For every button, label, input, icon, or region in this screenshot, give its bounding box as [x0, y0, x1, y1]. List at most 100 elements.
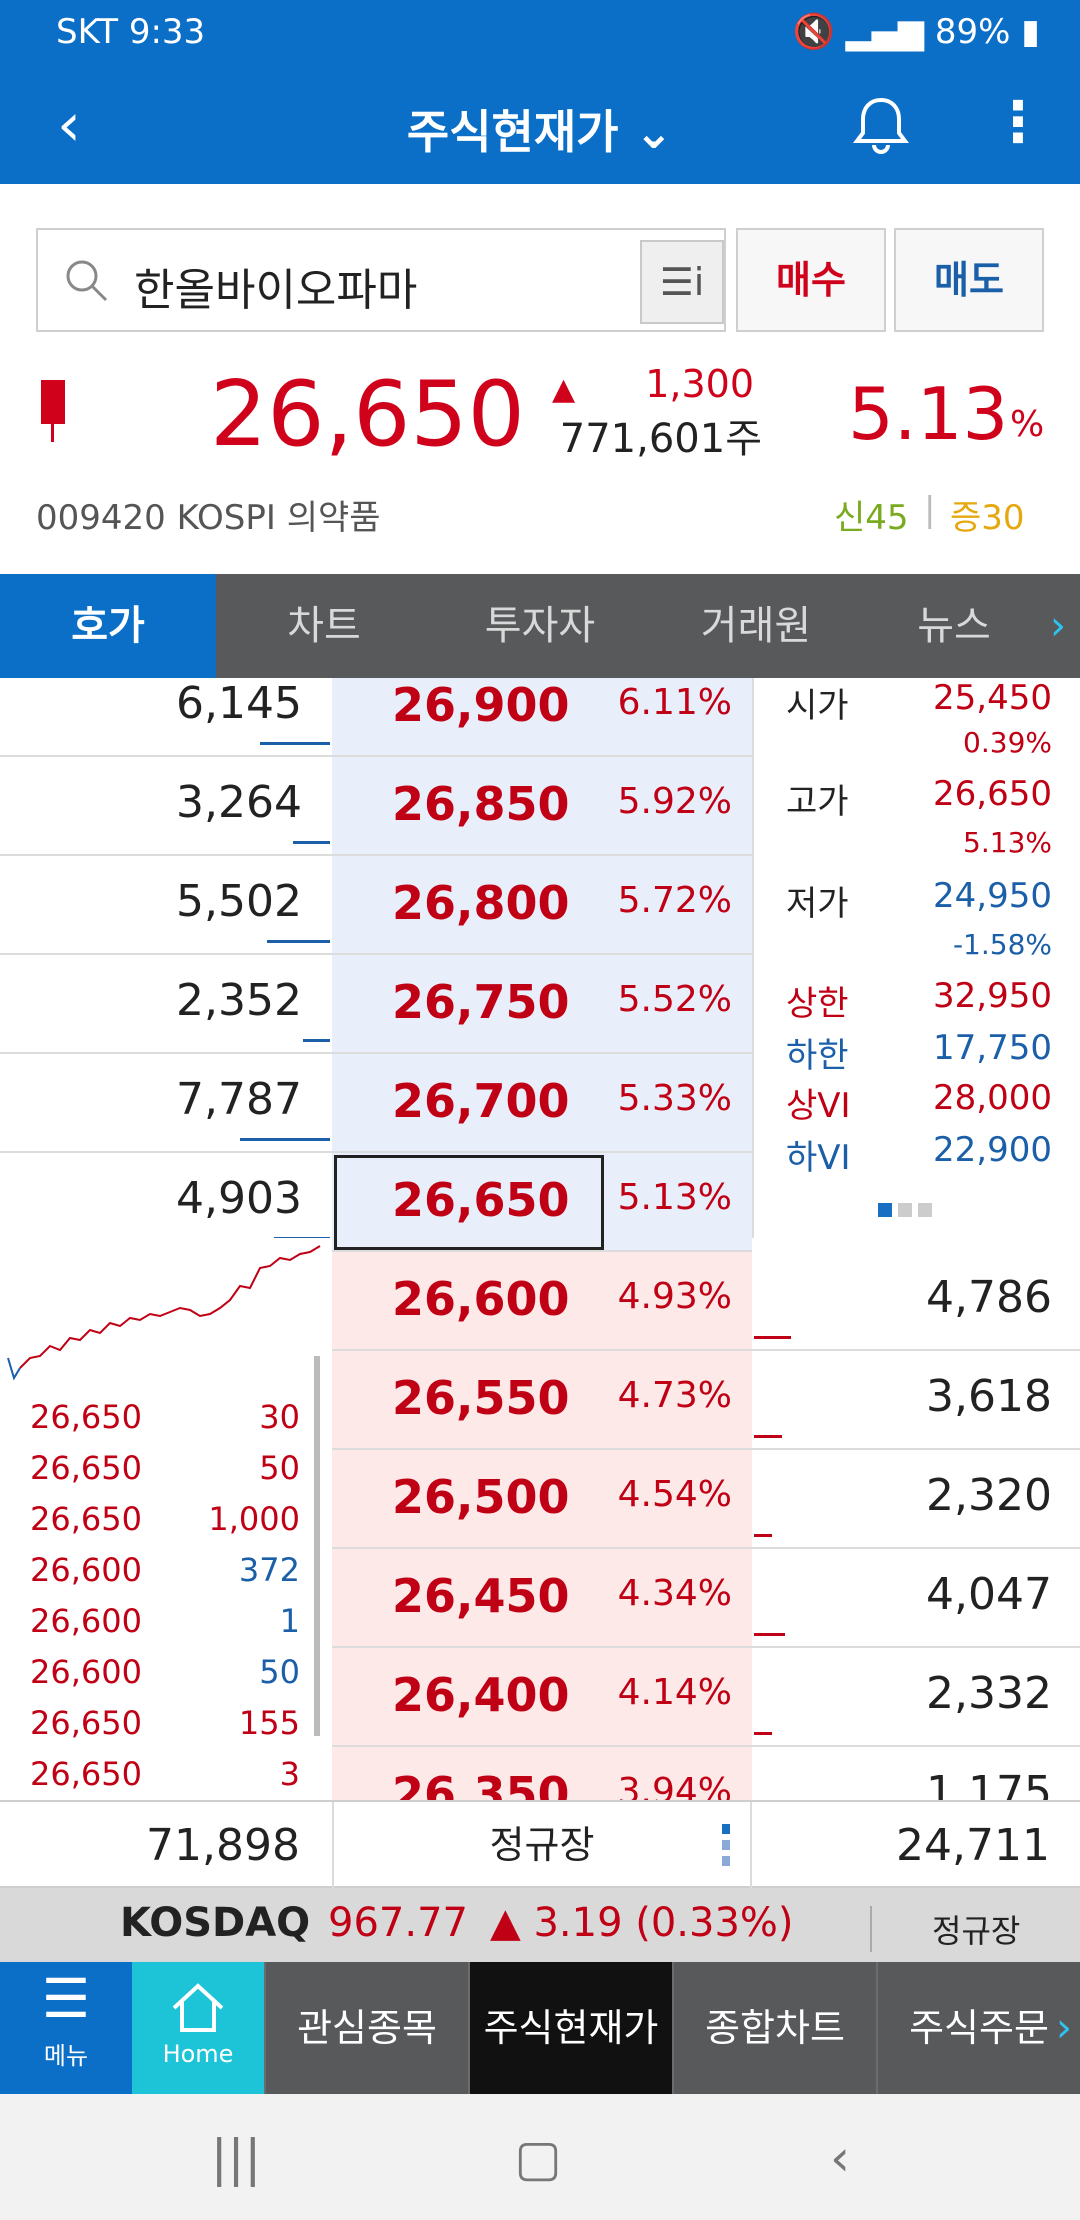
ask-price-cell[interactable]: 26,850 5.92% [332, 757, 752, 856]
battery-text: 89% [934, 12, 1011, 52]
stock-search-field[interactable]: 한올바이오파마 ☰i [36, 228, 726, 332]
home-circle-icon[interactable]: ▢ [508, 2128, 568, 2188]
badge-separator: | [924, 490, 936, 530]
low-label: 저가 [786, 884, 849, 924]
bid-qty-cell: 1,175 [752, 1747, 1080, 1800]
ask-price-cell[interactable]: 26,900 6.11% [332, 678, 752, 757]
bottom-nav: ☰ 메뉴 Home 관심종목 주식현재가 종합차트 주식주문 › [0, 1962, 1080, 2094]
chevron-right-icon[interactable]: › [1050, 574, 1066, 678]
ask-rate: 5.13% [617, 1177, 732, 1218]
ask-price-cell[interactable]: 26,700 5.33% [332, 1054, 752, 1153]
trade-list: 26,650 30 26,650 50 26,650 1,000 26,600 372… [0, 1398, 332, 1800]
bid-price-cell[interactable]: 26,500 4.54% [332, 1450, 752, 1549]
ask-qty-bar [240, 1138, 330, 1141]
nav-current-price[interactable]: 주식현재가 [468, 1962, 672, 2094]
bid-qty: 3,618 [926, 1371, 1052, 1422]
trade-price: 26,650 [30, 1449, 142, 1487]
tab-bar: 호가 차트 투자자 거래원 뉴스 › [0, 574, 1080, 678]
tab-broker[interactable]: 거래원 [648, 574, 864, 678]
bid-rate: 4.73% [617, 1375, 732, 1416]
screen-title[interactable]: 주식현재가 ⌄ [0, 96, 1080, 162]
bid-qty-cell: 4,047 [752, 1549, 1080, 1648]
index-name: KOSDAQ [120, 1900, 311, 1946]
index-ticker[interactable]: KOSDAQ 967.77 ▲ 3.19 (0.33%) 정규장 [0, 1888, 1080, 1962]
menu-button[interactable]: ☰ 메뉴 [0, 1962, 132, 2094]
credit-badge: 신45 [834, 498, 909, 538]
bid-price-cell[interactable]: 26,350 3.94% [332, 1747, 752, 1800]
ask-price: 26,750 [392, 975, 570, 1029]
trade-price: 26,600 [30, 1551, 142, 1589]
tab-investor[interactable]: 투자자 [432, 574, 648, 678]
bid-rate: 4.54% [617, 1474, 732, 1515]
bid-price: 26,600 [392, 1272, 570, 1326]
bid-price-cell[interactable]: 26,550 4.73% [332, 1351, 752, 1450]
bid-qty-cell: 2,320 [752, 1450, 1080, 1549]
status-bar: SKT 9:33 🔇 ▂▄▆ 89% ▮ [0, 0, 1080, 66]
nav-order[interactable]: 주식주문 [876, 1962, 1080, 2094]
sell-button[interactable]: 매도 [894, 228, 1044, 332]
system-back-icon[interactable]: ‹ [810, 2128, 870, 2188]
bid-price-cell[interactable]: 26,450 4.34% [332, 1549, 752, 1648]
bid-qty-bar [754, 1336, 791, 1339]
bid-price-cell[interactable]: 26,400 4.14% [332, 1648, 752, 1747]
home-label: Home [162, 2040, 234, 2068]
home-button[interactable]: Home [132, 1962, 264, 2094]
lower-limit-label: 하한 [786, 1036, 849, 1076]
trade-price: 26,650 [30, 1755, 142, 1793]
bid-total: 24,711 [896, 1820, 1050, 1871]
buy-button[interactable]: 매수 [736, 228, 886, 332]
ask-rate: 6.11% [617, 682, 732, 723]
ask-price-cell[interactable]: 26,750 5.52% [332, 955, 752, 1054]
tab-chart[interactable]: 차트 [216, 574, 432, 678]
percent-unit: % [1010, 404, 1045, 445]
trade-item: 26,600 372 [0, 1551, 332, 1602]
more-icon[interactable]: ⋮ [990, 90, 1046, 160]
menu-label: 메뉴 [43, 2042, 89, 2070]
tab-news[interactable]: 뉴스 [864, 574, 1044, 678]
app-bar: ‹ 주식현재가 ⌄ ⋮ [0, 66, 1080, 184]
trade-price: 26,600 [30, 1602, 142, 1640]
ask-rate: 5.92% [617, 781, 732, 822]
ask-price: 26,800 [392, 876, 570, 930]
ask-price: 26,900 [392, 678, 570, 732]
nav-chevron-right-icon[interactable]: › [1056, 1962, 1072, 2094]
total-summary: 71,898 정규장 24,711 [0, 1800, 1080, 1890]
bid-qty-bar [754, 1435, 782, 1438]
trade-price: 26,650 [30, 1500, 142, 1538]
stock-name: 한올바이오파마 [134, 265, 418, 316]
tab-hoga[interactable]: 호가 [0, 574, 216, 678]
down-vi-value: 22,900 [933, 1130, 1052, 1170]
high-rate: 5.13% [963, 826, 1052, 859]
change-percent: 5.13 [848, 372, 1009, 456]
recent-apps-icon[interactable]: ||| [206, 2128, 266, 2188]
upper-limit-value: 32,950 [933, 976, 1052, 1016]
bid-qty-bar [754, 1732, 772, 1735]
status-left: SKT 9:33 [56, 12, 206, 52]
ask-qty-bar [260, 742, 330, 745]
down-vi-label: 하VI [786, 1138, 851, 1178]
bid-price: 26,350 [392, 1767, 570, 1800]
trade-qty: 1,000 [208, 1500, 300, 1538]
bid-price-cell[interactable]: 26,600 4.93% [332, 1252, 752, 1351]
bid-rate: 4.93% [617, 1276, 732, 1317]
up-arrow-icon: ▲ [552, 372, 576, 407]
stock-list-icon[interactable]: ☰i [640, 240, 724, 324]
ask-total: 71,898 [146, 1820, 300, 1871]
ask-price-cell[interactable]: 26,800 5.72% [332, 856, 752, 955]
trade-panel: 26,650 30 26,650 50 26,650 1,000 26,600 372… [0, 1238, 332, 1800]
bid-qty: 1,175 [926, 1767, 1052, 1800]
open-value: 25,450 [933, 678, 1052, 718]
lower-limit-value: 17,750 [933, 1028, 1052, 1068]
nav-chart[interactable]: 종합차트 [672, 1962, 876, 2094]
trade-item: 26,650 50 [0, 1449, 332, 1500]
high-value: 26,650 [933, 774, 1052, 814]
order-book[interactable]: 6,145 26,900 6.11% 3,264 26,850 5.92% 5,… [0, 678, 1080, 1800]
ask-rate: 5.72% [617, 880, 732, 921]
nav-watchlist[interactable]: 관심종목 [264, 1962, 468, 2094]
current-price-box [334, 1155, 604, 1250]
session-menu-icon[interactable] [720, 1820, 730, 1870]
session-label: 정규장 [332, 1802, 752, 1890]
bid-price: 26,450 [392, 1569, 570, 1623]
bell-icon[interactable] [848, 92, 914, 158]
home-icon [172, 1983, 224, 2032]
